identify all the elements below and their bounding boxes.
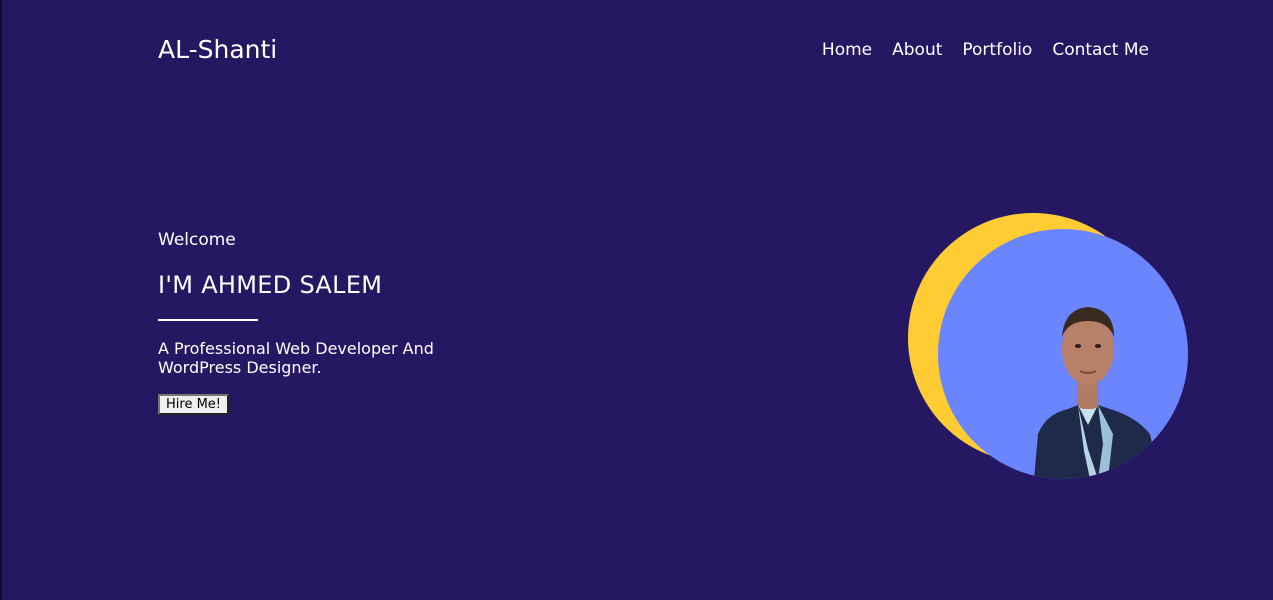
nav-about[interactable]: About: [892, 40, 942, 60]
hero-subtitle: A Professional Web Developer And WordPre…: [158, 339, 434, 377]
page: AL-Shanti Home About Portfolio Contact M…: [0, 0, 1273, 600]
nav-home[interactable]: Home: [822, 40, 872, 60]
nav-contact[interactable]: Contact Me: [1052, 40, 1149, 60]
welcome-text: Welcome: [158, 230, 236, 250]
headline-divider: [158, 319, 258, 321]
hero-text: Welcome I'M AHMED SALEM A Professional W…: [158, 229, 478, 415]
person-photo-icon: [1034, 307, 1160, 479]
portrait-circle: [938, 229, 1188, 479]
site-logo[interactable]: AL-Shanti: [158, 35, 277, 65]
hero-headline: I'M AHMED SALEM: [158, 271, 383, 299]
main-nav: Home About Portfolio Contact Me: [822, 40, 1149, 60]
portrait-area: [908, 213, 1198, 483]
hire-me-button[interactable]: Hire Me!: [158, 394, 230, 415]
nav-portfolio[interactable]: Portfolio: [962, 40, 1032, 60]
